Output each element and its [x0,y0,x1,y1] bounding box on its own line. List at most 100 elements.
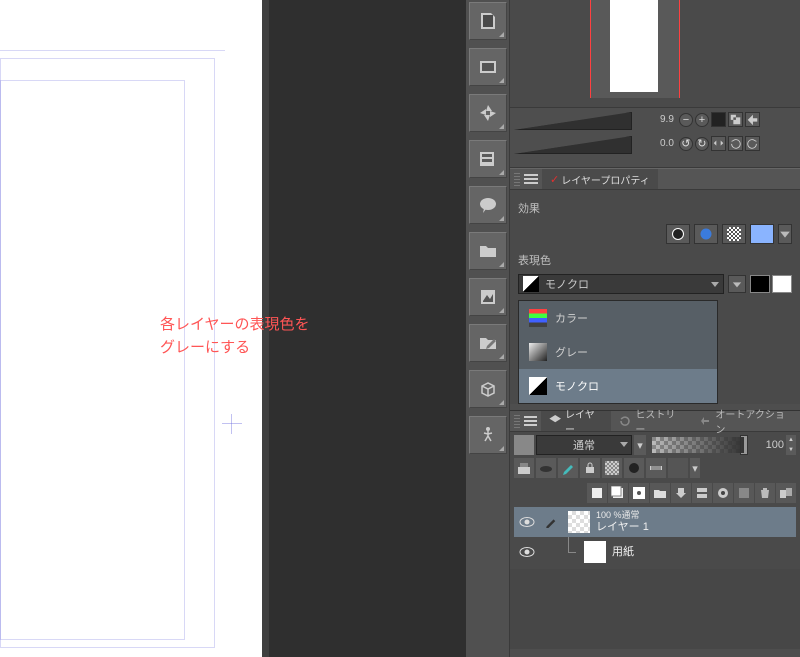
dock-3d-icon[interactable] [469,370,507,408]
option-mono[interactable]: モノクロ [519,369,717,403]
blend-caret[interactable]: ▾ [634,435,646,455]
opacity-value: 100 [750,439,784,451]
option-gray[interactable]: グレー [519,335,717,369]
effect-dropdown-caret[interactable] [778,224,792,244]
color-swatches [750,275,792,293]
edit-target-icon[interactable] [540,516,562,528]
new-folder-icon[interactable] [650,483,670,503]
layer-property-panel-header[interactable]: ✓ レイヤープロパティ [510,168,800,190]
annotation-main: 各レイヤーの表現色を グレーにする [160,314,370,359]
option-label: カラー [555,310,588,326]
lock-icon[interactable] [580,458,600,478]
zoom-out-button[interactable]: − [679,113,693,127]
layer-thumbnail[interactable] [584,541,606,563]
visibility-toggle[interactable] [514,516,540,528]
dock-item-icon[interactable] [469,48,507,86]
reset-rotate-button[interactable] [728,136,743,151]
combo-value: モノクロ [545,276,589,292]
zoom-slider[interactable] [514,112,632,130]
layer-row[interactable]: 100 %通常 レイヤー 1 [514,507,796,537]
merge-down-icon[interactable] [692,483,712,503]
effect-layercolor-button[interactable] [750,224,774,244]
dock-speech-icon[interactable] [469,186,507,224]
visibility-toggle[interactable] [514,546,540,558]
lock-transparent-icon[interactable] [602,458,622,478]
tab-history[interactable]: ヒストリー [611,411,691,431]
layer-tool-caret[interactable]: ▾ [690,458,700,478]
tab-layer-property[interactable]: ✓ レイヤープロパティ [542,169,658,189]
new-vector-layer-icon[interactable] [629,483,649,503]
rotate-value: 0.0 [660,138,674,149]
panel-menu-icon[interactable] [524,416,538,426]
reference-layer-icon[interactable] [536,458,556,478]
crop-mark [222,423,242,424]
dock-colorset-icon[interactable] [469,140,507,178]
opacity-slider[interactable] [652,437,744,453]
effect-tone-button[interactable] [722,224,746,244]
fit-screen-button[interactable] [711,112,726,127]
layer-panel-body: 通常 ▾ 100 ▲▼ ▾ [510,432,800,649]
panel-menu-icon[interactable] [524,174,538,184]
right-panel-stack: 9.9 − + 0.0 ↺ ↻ [510,0,800,657]
panel-grip-icon[interactable] [514,172,520,186]
preview-toggle-button[interactable] [728,275,746,293]
effect-border-button[interactable] [666,224,690,244]
new-raster-layer-icon[interactable] [608,483,628,503]
draft-layer-icon[interactable] [558,458,578,478]
blend-mode-dropdown[interactable]: 通常 [536,435,632,455]
apply-mask-icon[interactable] [734,483,754,503]
rotate-ccw-button[interactable]: ↺ [679,137,693,151]
opacity-stepper[interactable]: ▲▼ [786,435,796,455]
layer-mask-icon[interactable] [713,483,733,503]
zoom-value: 9.9 [660,114,674,125]
clip-mask-icon[interactable] [514,458,534,478]
layer-color-icon[interactable] [668,458,688,478]
ruler-icon[interactable] [646,458,666,478]
delete-layer-icon[interactable] [755,483,775,503]
navigator-thumbnail[interactable] [510,0,800,108]
crop-mark [231,414,232,434]
layer-row[interactable]: 用紙 [514,537,796,567]
rotate-extra-button[interactable] [745,136,760,151]
dock-folder-pencil-icon[interactable] [469,324,507,362]
tab-auto-action[interactable]: オートアクション [691,411,800,431]
transform-icon[interactable] [728,112,743,127]
transfer-down-icon[interactable] [671,483,691,503]
panel-grip-icon[interactable] [514,414,520,428]
expression-color-dropdown: カラー グレー モノクロ [518,300,718,404]
check-icon: ✓ [550,173,559,186]
dock-pinwheel-icon[interactable] [469,94,507,132]
dock-subtool-icon[interactable] [469,2,507,40]
two-window-icon[interactable] [776,483,796,503]
dock-material-icon[interactable] [469,278,507,316]
layer-name: レイヤー 1 [596,521,649,533]
swatch-white[interactable] [772,275,792,293]
zoom-in-button[interactable]: + [695,113,709,127]
tab-layer[interactable]: レイヤー [541,411,611,431]
arrow-icon[interactable] [745,112,760,127]
mask-enable-icon[interactable] [624,458,644,478]
gray-mode-icon [529,343,547,361]
rotate-cw-button[interactable]: ↻ [695,137,709,151]
navigator-page [610,0,658,92]
swatch-black[interactable] [750,275,770,293]
mono-icon [523,276,539,292]
expression-color-combo[interactable]: モノクロ [518,274,724,294]
palette-color-button[interactable] [514,435,534,455]
dock-pose-icon[interactable] [469,416,507,454]
layer-connector [562,537,578,567]
layer-panel-header[interactable]: レイヤー ヒストリー オートアクション [510,410,800,432]
effect-watercolor-button[interactable] [694,224,718,244]
flip-h-button[interactable] [711,136,726,151]
rotate-slider[interactable] [514,136,632,154]
expression-color-label: 表現色 [518,252,792,268]
layers-icon [549,415,561,427]
chevron-down-icon [711,282,719,287]
option-color[interactable]: カラー [519,301,717,335]
layer-thumbnail[interactable] [568,511,590,533]
dock-strip [466,0,510,657]
layer-panel-empty [510,569,800,649]
layer-tool-row: ▾ [510,458,800,481]
dock-folder-icon[interactable] [469,232,507,270]
new-layer-generic-icon[interactable] [587,483,607,503]
